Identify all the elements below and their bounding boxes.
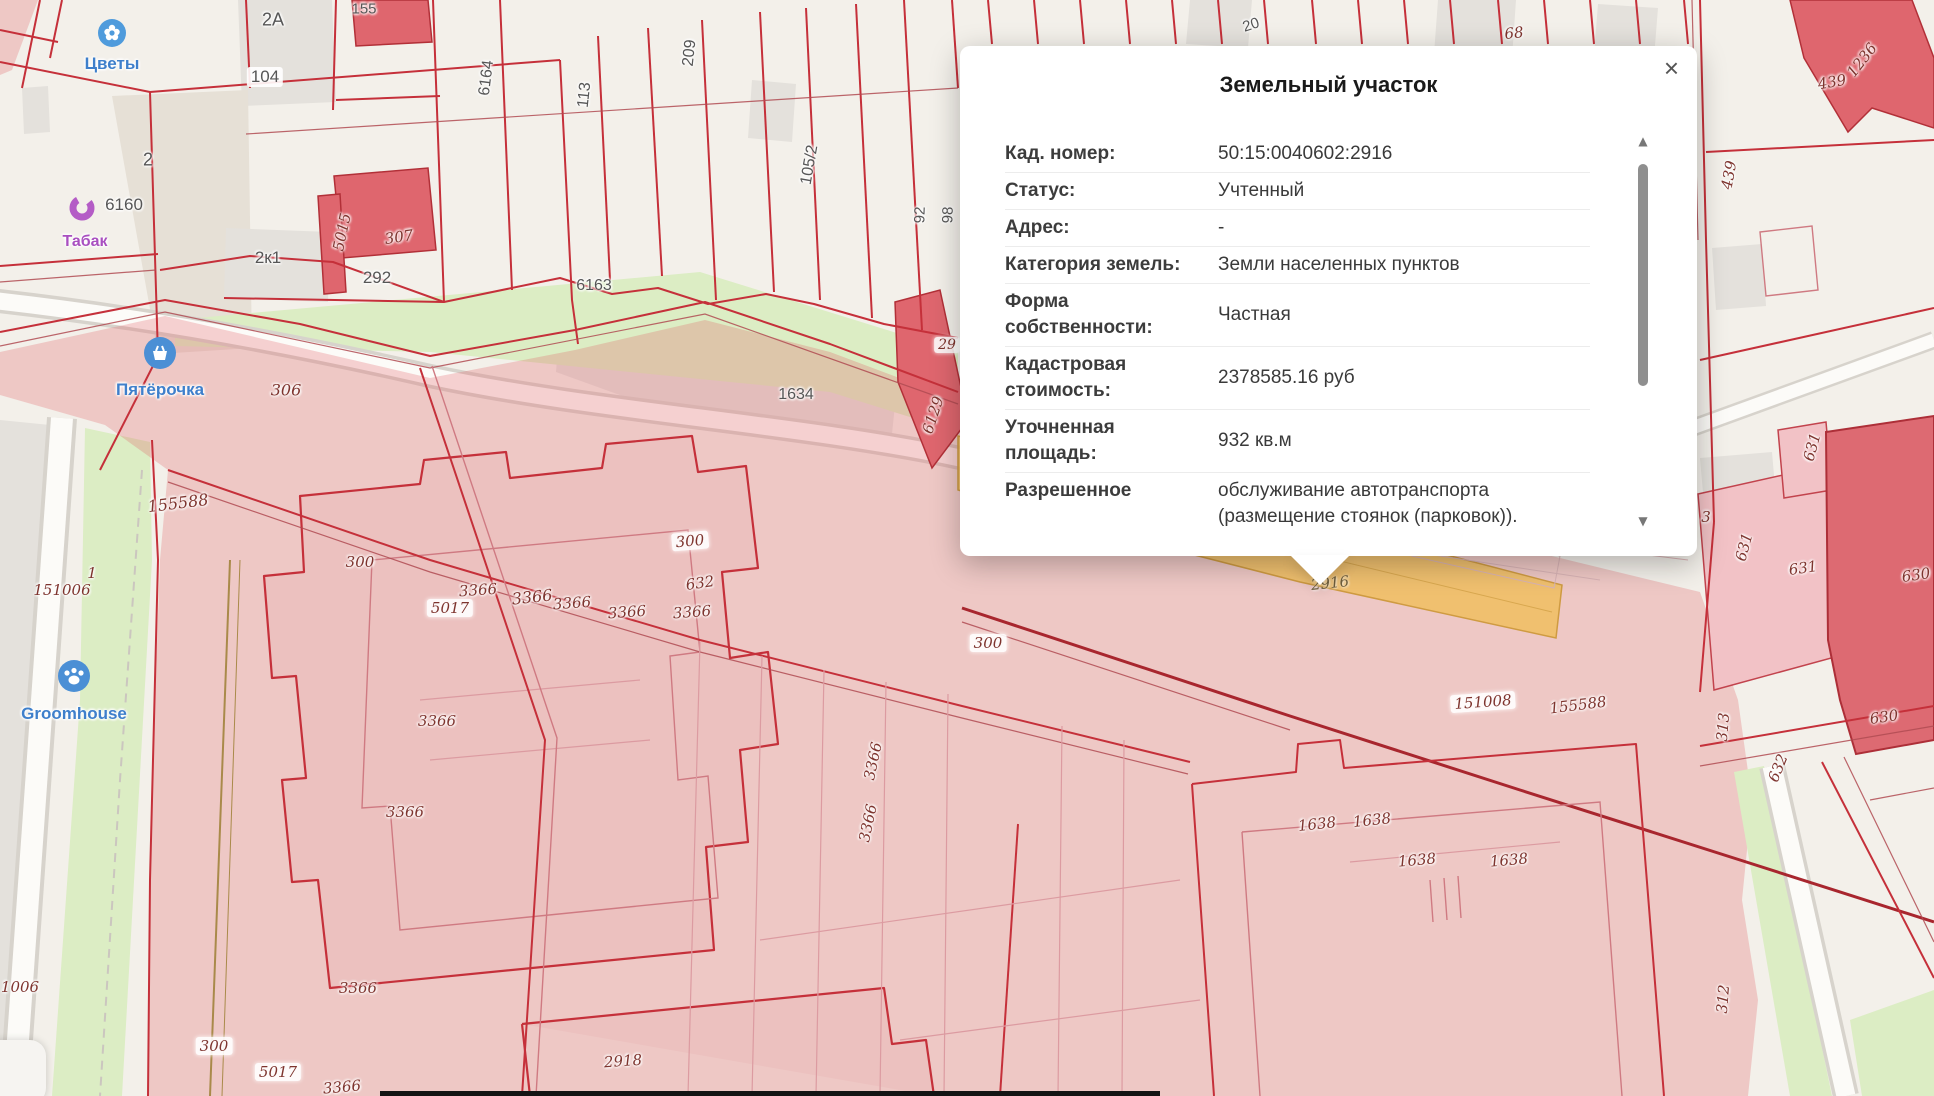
- map-label: 2к1: [255, 248, 281, 268]
- close-icon[interactable]: ×: [1658, 54, 1685, 82]
- map-label: 104: [247, 67, 283, 87]
- map-label: 3366: [552, 593, 591, 614]
- building: [748, 80, 796, 142]
- map-label: 3366: [418, 712, 456, 730]
- map-label: 313: [1713, 712, 1733, 742]
- row-label: Кадастровая стоимость:: [1005, 352, 1200, 404]
- map-label: 113: [575, 81, 596, 108]
- parcel-630: [1826, 416, 1934, 754]
- popup-tail: [1290, 555, 1350, 585]
- map-label: 3366: [386, 803, 424, 821]
- bottom-bar: [380, 1091, 1160, 1096]
- map-label: 1634: [778, 386, 814, 404]
- map-label: 306: [271, 381, 302, 400]
- scrollbar-thumb[interactable]: [1638, 164, 1648, 386]
- map-label: 3366: [339, 979, 377, 997]
- map-label: Пятёрочка: [116, 380, 204, 400]
- map-label: 1006: [1, 978, 39, 996]
- map-label: 3: [1701, 508, 1711, 526]
- map-label: 312: [1713, 984, 1733, 1014]
- popup-row-address: Адрес: -: [1005, 210, 1590, 247]
- popup-row-category: Категория земель: Земли населенных пункт…: [1005, 247, 1590, 284]
- map-label: 68: [1504, 23, 1525, 43]
- row-value: обслуживание автотранспорта (размещение …: [1218, 478, 1563, 530]
- popup-row-permitted-use: Разрешенное обслуживание автотранспорта …: [1005, 473, 1590, 535]
- map-label: 3366: [672, 602, 711, 623]
- popup-rows: Кад. номер: 50:15:0040602:2916 Статус: У…: [1005, 136, 1590, 535]
- map-label: 151006: [33, 581, 90, 599]
- map-label: 92: [911, 206, 929, 223]
- row-value: Земли населенных пунктов: [1218, 252, 1563, 278]
- map-label: 6163: [576, 277, 612, 295]
- crescent-icon[interactable]: [68, 194, 96, 227]
- scroll-down-icon[interactable]: ▼: [1637, 514, 1649, 528]
- map-label: 300: [196, 1037, 233, 1055]
- map-control[interactable]: [0, 1040, 46, 1096]
- row-value: -: [1218, 215, 1563, 241]
- map-label: 300: [970, 634, 1007, 652]
- row-label: Категория земель:: [1005, 252, 1200, 278]
- map-label: 5017: [427, 599, 473, 617]
- popup-title: Земельный участок: [960, 72, 1697, 98]
- map-label: 300: [671, 530, 709, 551]
- popup-row-cost: Кадастровая стоимость: 2378585.16 руб: [1005, 347, 1590, 410]
- map-label: 5017: [255, 1063, 301, 1081]
- map-label: 209: [680, 39, 701, 67]
- map-label: 2А: [262, 10, 284, 31]
- popup-row-cad-number: Кад. номер: 50:15:0040602:2916: [1005, 136, 1590, 173]
- flower-pin-icon[interactable]: [97, 18, 127, 53]
- map-label: 292: [363, 268, 391, 288]
- parcel-631: [1698, 464, 1846, 690]
- scroll-up-icon[interactable]: ▲: [1637, 134, 1649, 148]
- map-label: 3366: [322, 1076, 362, 1096]
- map-label: 1: [87, 564, 97, 582]
- row-label: Статус:: [1005, 178, 1200, 204]
- map-label: 1638: [1489, 849, 1529, 870]
- map-label: Цветы: [85, 54, 140, 74]
- map-label: Табак: [62, 233, 107, 251]
- building: [1712, 244, 1766, 310]
- map-label: 2: [143, 150, 153, 171]
- popup-scrollbar[interactable]: ▲ ▼: [1637, 134, 1649, 528]
- map-label: 155: [351, 1, 376, 18]
- row-label: Форма собственности:: [1005, 289, 1200, 341]
- paw-pin-icon[interactable]: [57, 659, 91, 698]
- row-label: Адрес:: [1005, 215, 1200, 241]
- map-label: 2918: [603, 1051, 642, 1072]
- map-label: 1638: [1397, 849, 1437, 870]
- basket-pin-icon[interactable]: [143, 336, 177, 375]
- row-label: Разрешенное: [1005, 478, 1200, 530]
- row-label: Уточненная площадь:: [1005, 415, 1200, 467]
- row-value: Учтенный: [1218, 178, 1563, 204]
- map-label: 6160: [105, 195, 143, 215]
- map-label: 3366: [458, 580, 497, 601]
- map-label: 300: [346, 553, 375, 571]
- row-value: 50:15:0040602:2916: [1218, 141, 1563, 167]
- row-value: 932 кв.м: [1218, 428, 1563, 454]
- row-value: 2378585.16 руб: [1218, 365, 1563, 391]
- land-plot-popup: × Земельный участок Кад. номер: 50:15:00…: [960, 46, 1697, 556]
- row-value: Частная: [1218, 302, 1563, 328]
- map-label: Groomhouse: [21, 704, 127, 724]
- cadastral-map-page: Цветы2А10415526160Табак50153072к12926164…: [0, 0, 1934, 1096]
- building: [238, 0, 336, 106]
- popup-row-ownership: Форма собственности: Частная: [1005, 284, 1590, 347]
- map-label: 98: [939, 206, 957, 223]
- popup-row-status: Статус: Учтенный: [1005, 173, 1590, 210]
- row-label: Кад. номер:: [1005, 141, 1200, 167]
- map-label: 3366: [607, 602, 646, 623]
- building: [22, 86, 50, 134]
- popup-row-area: Уточненная площадь: 932 кв.м: [1005, 410, 1590, 473]
- map-label: 29: [934, 337, 960, 353]
